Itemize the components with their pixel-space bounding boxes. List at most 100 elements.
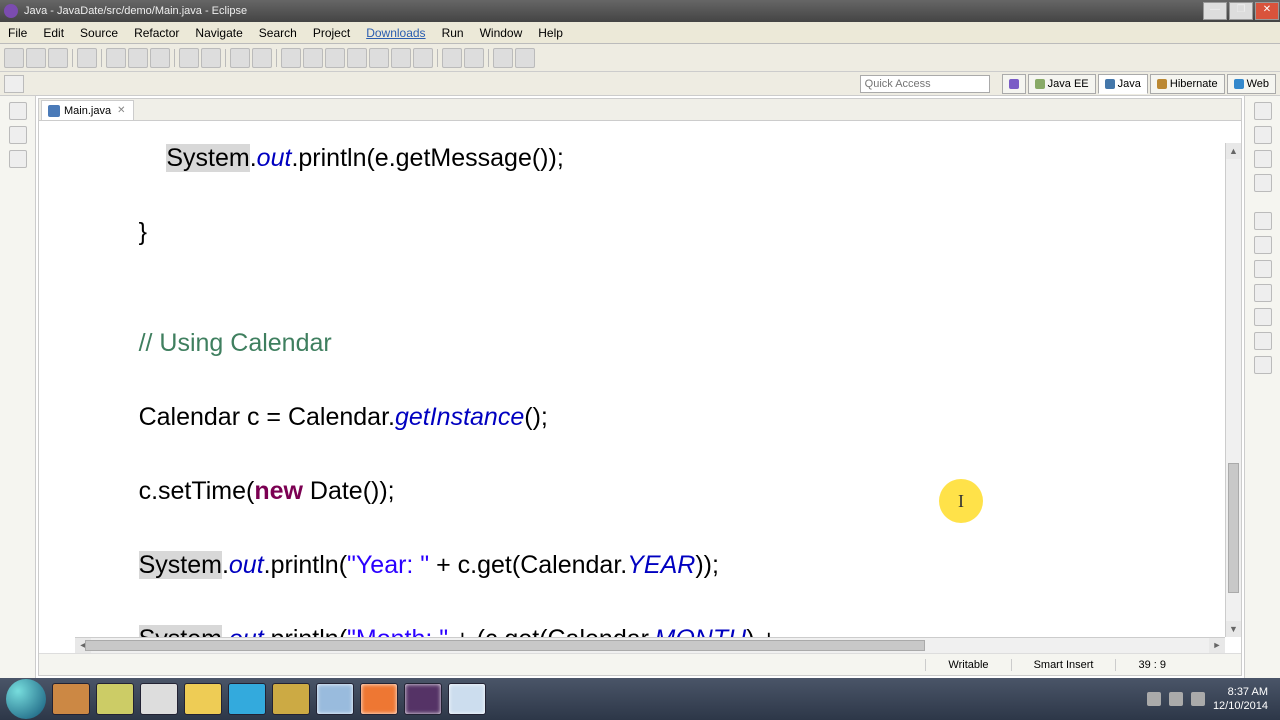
taskbar-intellij-icon[interactable] xyxy=(404,683,442,715)
run-last-icon[interactable] xyxy=(150,48,170,68)
perspective-web[interactable]: Web xyxy=(1227,74,1276,94)
tray-clock[interactable]: 8:37 AM 12/10/2014 xyxy=(1213,685,1268,713)
editor-tab-main[interactable]: Main.java ✕ xyxy=(41,100,134,120)
view-icon[interactable] xyxy=(1254,284,1272,302)
tray-flag-icon[interactable] xyxy=(1147,692,1161,706)
quick-access-input[interactable] xyxy=(860,75,990,93)
resume-icon[interactable] xyxy=(303,48,323,68)
perspective-label: Java EE xyxy=(1048,78,1089,90)
ext-tools-icon[interactable] xyxy=(442,48,462,68)
new-icon[interactable] xyxy=(4,48,24,68)
taskbar-chrome-icon[interactable] xyxy=(140,683,178,715)
search-icon[interactable] xyxy=(252,48,272,68)
tray-date: 12/10/2014 xyxy=(1213,699,1268,713)
vertical-scrollbar[interactable]: ▲ ▼ xyxy=(1225,143,1241,637)
step-return-icon[interactable] xyxy=(413,48,433,68)
taskbar-skype-icon[interactable] xyxy=(228,683,266,715)
taskbar-file-explorer-icon[interactable] xyxy=(316,683,354,715)
refresh-icon[interactable] xyxy=(4,75,24,93)
new-server-icon[interactable] xyxy=(464,48,484,68)
menu-file[interactable]: File xyxy=(0,23,35,43)
save-icon[interactable] xyxy=(26,48,46,68)
view-icon[interactable] xyxy=(1254,212,1272,230)
scroll-thumb[interactable] xyxy=(85,640,925,651)
tray-network-icon[interactable] xyxy=(1169,692,1183,706)
perspective-javaee[interactable]: Java EE xyxy=(1028,74,1096,94)
view-icon[interactable] xyxy=(1254,356,1272,374)
new-package-icon[interactable] xyxy=(179,48,199,68)
close-button[interactable]: ✕ xyxy=(1255,2,1279,20)
editor-region: Main.java ✕ System.out.println(e.getMess… xyxy=(38,98,1242,676)
web-icon xyxy=(1234,79,1244,89)
window-title-bar: Java - JavaDate/src/demo/Main.java - Ecl… xyxy=(0,0,1280,22)
menu-downloads[interactable]: Downloads xyxy=(358,23,433,43)
menu-source[interactable]: Source xyxy=(72,23,126,43)
menu-navigate[interactable]: Navigate xyxy=(187,23,250,43)
menu-bar: File Edit Source Refactor Navigate Searc… xyxy=(0,22,1280,44)
taskbar-sticky-notes-icon[interactable] xyxy=(96,683,134,715)
run-icon[interactable] xyxy=(128,48,148,68)
step-into-icon[interactable] xyxy=(369,48,389,68)
ant-icon[interactable] xyxy=(1254,174,1272,192)
taskbar-notepad-icon[interactable] xyxy=(448,683,486,715)
scroll-up-icon[interactable]: ▲ xyxy=(1226,143,1241,159)
menu-run[interactable]: Run xyxy=(434,23,472,43)
window-controls: — ❐ ✕ xyxy=(1202,2,1280,20)
terminate-icon[interactable] xyxy=(347,48,367,68)
view-icon[interactable] xyxy=(1254,332,1272,350)
debug-icon[interactable] xyxy=(106,48,126,68)
navigator-icon[interactable] xyxy=(9,150,27,168)
code-editor[interactable]: System.out.println(e.getMessage()); } //… xyxy=(39,121,1241,653)
new-class-icon[interactable] xyxy=(201,48,221,68)
menu-window[interactable]: Window xyxy=(472,23,531,43)
view-icon[interactable] xyxy=(1254,236,1272,254)
javaee-icon xyxy=(1035,79,1045,89)
eclipse-icon xyxy=(4,4,18,18)
main-toolbar xyxy=(0,44,1280,72)
nav-back-icon[interactable] xyxy=(493,48,513,68)
taskbar-app-icon[interactable] xyxy=(272,683,310,715)
status-smart-insert: Smart Insert xyxy=(1011,659,1116,671)
editor-tabs: Main.java ✕ xyxy=(39,99,1241,121)
scroll-right-icon[interactable]: ► xyxy=(1209,638,1225,653)
open-perspective-button[interactable] xyxy=(1002,74,1026,94)
perspective-java[interactable]: Java xyxy=(1098,74,1148,94)
problems-icon[interactable] xyxy=(1254,150,1272,168)
close-tab-icon[interactable]: ✕ xyxy=(115,105,127,116)
step-over-icon[interactable] xyxy=(391,48,411,68)
taskbar-explorer-icon[interactable] xyxy=(184,683,222,715)
outline-icon[interactable] xyxy=(1254,102,1272,120)
windows-taskbar: 8:37 AM 12/10/2014 xyxy=(0,678,1280,720)
view-icon[interactable] xyxy=(1254,308,1272,326)
save-all-icon[interactable] xyxy=(48,48,68,68)
menu-search[interactable]: Search xyxy=(251,23,305,43)
horizontal-scrollbar[interactable]: ◄ ► xyxy=(75,637,1225,653)
task-list-icon[interactable] xyxy=(1254,126,1272,144)
scroll-thumb[interactable] xyxy=(1228,463,1239,593)
type-hierarchy-icon[interactable] xyxy=(9,126,27,144)
open-type-icon[interactable] xyxy=(230,48,250,68)
perspective-icon xyxy=(1009,79,1019,89)
skip-breakpoints-icon[interactable] xyxy=(281,48,301,68)
scroll-down-icon[interactable]: ▼ xyxy=(1226,621,1241,637)
minimize-button[interactable]: — xyxy=(1203,2,1227,20)
suspend-icon[interactable] xyxy=(325,48,345,68)
menu-project[interactable]: Project xyxy=(305,23,358,43)
menu-help[interactable]: Help xyxy=(530,23,571,43)
package-explorer-icon[interactable] xyxy=(9,102,27,120)
start-button[interactable] xyxy=(6,679,46,719)
build-icon[interactable] xyxy=(77,48,97,68)
maximize-button[interactable]: ❐ xyxy=(1229,2,1253,20)
perspective-bar: Java EE Java Hibernate Web xyxy=(0,72,1280,96)
nav-fwd-icon[interactable] xyxy=(515,48,535,68)
system-tray[interactable]: 8:37 AM 12/10/2014 xyxy=(1147,685,1274,713)
taskbar-media-player-icon[interactable] xyxy=(52,683,90,715)
menu-refactor[interactable]: Refactor xyxy=(126,23,187,43)
menu-edit[interactable]: Edit xyxy=(35,23,72,43)
perspective-hibernate[interactable]: Hibernate xyxy=(1150,74,1225,94)
editor-status-bar: Writable Smart Insert 39 : 9 xyxy=(39,653,1241,675)
taskbar-firefox-icon[interactable] xyxy=(360,683,398,715)
tray-volume-icon[interactable] xyxy=(1191,692,1205,706)
view-icon[interactable] xyxy=(1254,260,1272,278)
code-block: System.out.println(e.getMessage()); } //… xyxy=(83,121,1241,653)
